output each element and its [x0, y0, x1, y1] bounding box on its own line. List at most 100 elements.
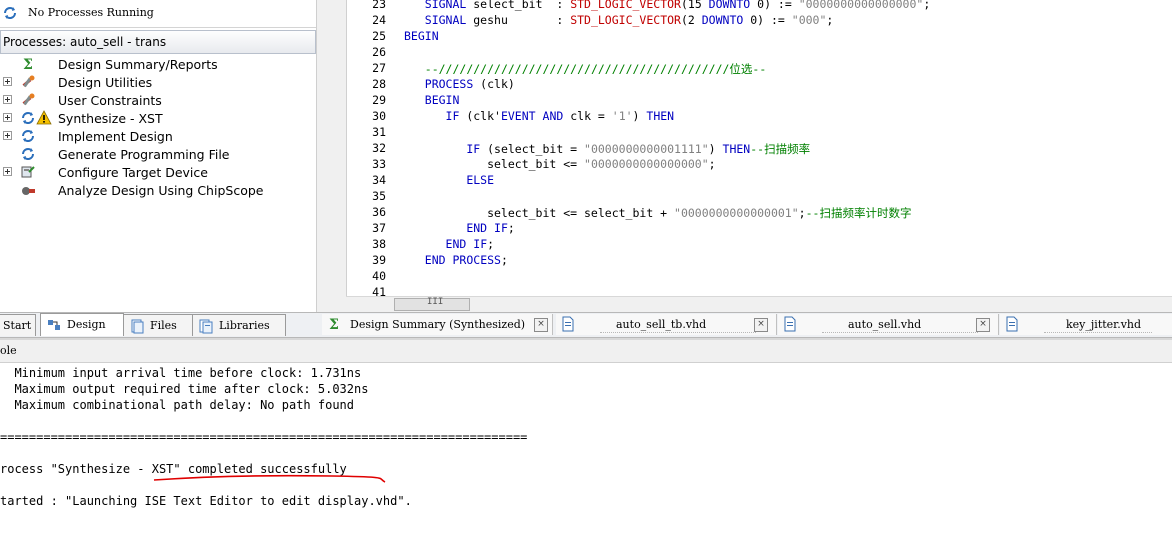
- process-item-label: Configure Target Device: [58, 165, 208, 180]
- tools-icon: [22, 93, 35, 106]
- editor-tab[interactable]: key_jitter.vhd: [1000, 314, 1172, 335]
- line-number: 26: [372, 45, 386, 59]
- expand-icon[interactable]: [3, 113, 12, 122]
- refresh-icon: [22, 130, 34, 142]
- tab-dotted-line: [822, 332, 978, 333]
- line-number: 25: [372, 29, 386, 43]
- code-line[interactable]: --//////////////////////////////////////…: [404, 61, 767, 77]
- document-icon: [784, 316, 796, 332]
- process-item-label: User Constraints: [58, 93, 162, 108]
- scrollbar-grip: III: [427, 297, 444, 307]
- process-item-label: Implement Design: [58, 129, 173, 144]
- editor-tab-label: key_jitter.vhd: [1066, 318, 1142, 331]
- line-number: 31: [372, 125, 386, 139]
- process-item[interactable]: Implement Design: [0, 127, 316, 145]
- console-header: ole: [0, 340, 1172, 363]
- line-number: 35: [372, 189, 386, 203]
- tools-icon: [22, 75, 35, 88]
- document-icon: [562, 316, 574, 332]
- code-line[interactable]: select_bit <= "0000000000000000";: [404, 157, 716, 171]
- refresh-icon: [22, 148, 34, 160]
- refresh-icon: [4, 7, 16, 19]
- editor-tab-label: auto_sell.vhd: [848, 318, 922, 331]
- code-line[interactable]: SIGNAL select_bit : STD_LOGIC_VECTOR(15 …: [404, 0, 930, 11]
- code-line[interactable]: END PROCESS;: [404, 253, 508, 267]
- document-icon: [1006, 316, 1018, 332]
- close-icon[interactable]: ×: [754, 318, 768, 332]
- code-line[interactable]: ELSE: [404, 173, 494, 187]
- svg-text:Σ: Σ: [329, 317, 339, 332]
- line-number: 36: [372, 205, 386, 219]
- tab-label: Files: [150, 319, 177, 332]
- process-item[interactable]: Analyze Design Using ChipScope: [0, 181, 316, 199]
- expand-icon[interactable]: [3, 95, 12, 104]
- line-number: 39: [372, 253, 386, 267]
- line-number: 32: [372, 141, 386, 155]
- code-line[interactable]: IF (select_bit = "0000000000001111") THE…: [404, 141, 810, 157]
- line-number: 34: [372, 173, 386, 187]
- editor-tab-label: Design Summary (Synthesized): [350, 318, 526, 331]
- line-number: 37: [372, 221, 386, 235]
- process-item[interactable]: Σ Design Summary/Reports: [0, 55, 316, 73]
- tab-start[interactable]: Start: [0, 314, 36, 336]
- process-item-label: Synthesize - XST: [58, 111, 163, 126]
- code-line[interactable]: END IF;: [404, 221, 515, 235]
- editor-gutter-edge: [346, 0, 347, 312]
- device-icon: [21, 166, 35, 178]
- code-line[interactable]: SIGNAL geshu : STD_LOGIC_VECTOR(2 DOWNTO…: [404, 13, 834, 27]
- hand-drawn-underline: [153, 474, 386, 483]
- close-icon[interactable]: ×: [976, 318, 990, 332]
- process-item[interactable]: Configure Target Device: [0, 163, 316, 181]
- svg-text:Σ: Σ: [23, 57, 33, 72]
- console-line: ========================================…: [0, 430, 528, 444]
- tab-libraries[interactable]: Libraries: [192, 314, 286, 336]
- expand-icon[interactable]: [3, 131, 12, 140]
- console-line: Maximum combinational path delay: No pat…: [0, 398, 355, 412]
- code-line[interactable]: END IF;: [404, 237, 495, 251]
- code-line[interactable]: PROCESS (clk): [404, 77, 515, 91]
- processes-header: Processes: auto_sell - trans: [0, 30, 316, 54]
- expand-icon[interactable]: [3, 167, 12, 176]
- process-item-label: Design Summary/Reports: [58, 57, 218, 72]
- sigma-icon: Σ: [23, 57, 33, 72]
- code-line[interactable]: IF (clk'EVENT AND clk = '1') THEN: [404, 109, 675, 123]
- line-number: 24: [372, 13, 386, 27]
- libraries-icon: [199, 319, 213, 334]
- editor-tab[interactable]: Σ Design Summary (Synthesized) ×: [322, 314, 553, 335]
- process-item[interactable]: User Constraints: [0, 91, 316, 109]
- line-number: 29: [372, 93, 386, 107]
- line-number: 23: [372, 0, 386, 11]
- tab-label: Libraries: [219, 319, 270, 332]
- console-line: tarted : "Launching ISE Text Editor to e…: [0, 494, 412, 508]
- process-item[interactable]: Synthesize - XST: [0, 109, 316, 127]
- line-number: 28: [372, 77, 386, 91]
- line-number: 33: [372, 157, 386, 171]
- files-icon: [131, 319, 144, 334]
- panel-splitter[interactable]: [316, 0, 347, 312]
- sigma-icon: Σ: [329, 317, 339, 332]
- tab-design[interactable]: Design: [40, 313, 124, 336]
- code-line[interactable]: BEGIN: [404, 29, 439, 43]
- expand-icon[interactable]: [3, 77, 12, 86]
- tab-files[interactable]: Files: [123, 314, 193, 336]
- code-line[interactable]: BEGIN: [404, 93, 460, 107]
- line-number: 27: [372, 61, 386, 75]
- process-item[interactable]: Design Utilities: [0, 73, 316, 91]
- code-line[interactable]: select_bit <= select_bit + "000000000000…: [404, 205, 911, 221]
- tab-label: Start: [3, 319, 32, 332]
- process-item-label: Design Utilities: [58, 75, 153, 90]
- console-line: Minimum input arrival time before clock:…: [0, 366, 362, 380]
- design-icon: [48, 320, 60, 330]
- process-item[interactable]: Generate Programming File: [0, 145, 316, 163]
- line-number: 38: [372, 237, 386, 251]
- tab-dotted-line: [600, 332, 756, 333]
- editor-tab[interactable]: auto_sell_tb.vhd ×: [556, 314, 777, 335]
- console-line: Maximum output required time after clock…: [0, 382, 369, 396]
- process-item-label: Generate Programming File: [58, 147, 230, 162]
- tab-dotted-line: [1044, 332, 1152, 333]
- process-item-label: Analyze Design Using ChipScope: [58, 183, 264, 198]
- console-title: ole: [0, 344, 17, 357]
- editor-tab[interactable]: auto_sell.vhd ×: [778, 314, 999, 335]
- chipscope-icon: [22, 187, 35, 195]
- close-icon[interactable]: ×: [534, 318, 548, 332]
